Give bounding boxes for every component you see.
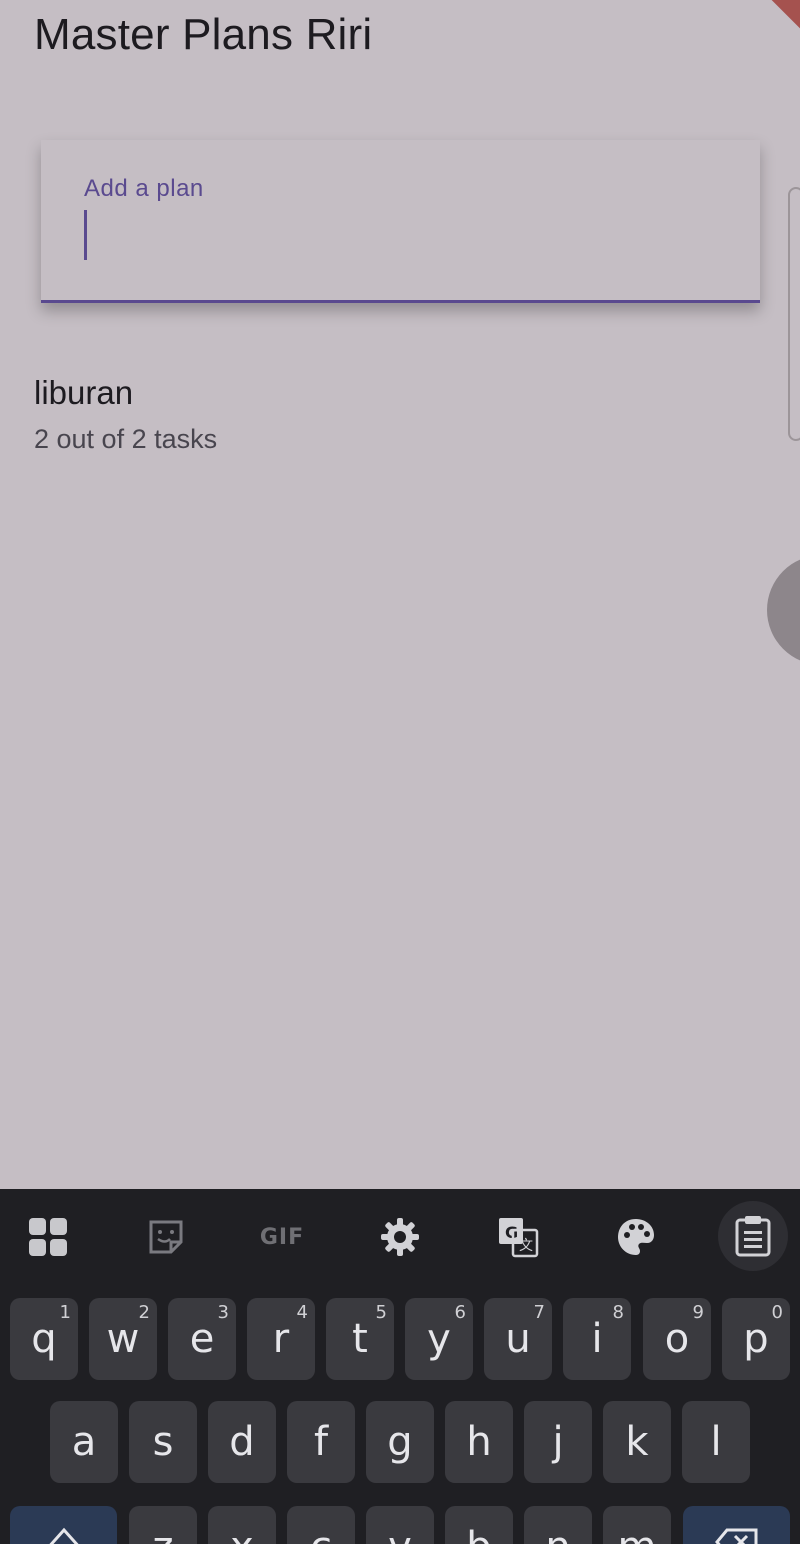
key-label: i — [591, 1316, 603, 1362]
key-p[interactable]: p 0 — [722, 1298, 790, 1380]
key-d[interactable]: d — [208, 1401, 276, 1483]
key-a[interactable]: a — [50, 1401, 118, 1483]
scrollbar[interactable] — [788, 187, 800, 441]
key-label: t — [352, 1316, 368, 1362]
keyboard-toolbar: GIF G 文 — [0, 1189, 800, 1285]
gear-icon[interactable] — [376, 1213, 424, 1261]
key-hint: 5 — [375, 1302, 387, 1323]
key-s[interactable]: s — [129, 1401, 197, 1483]
backspace-key[interactable] — [683, 1506, 790, 1544]
key-j[interactable]: j — [524, 1401, 592, 1483]
add-plan-label: Add a plan — [84, 175, 204, 202]
key-r[interactable]: r 4 — [247, 1298, 315, 1380]
key-n[interactable]: n — [524, 1506, 592, 1544]
key-b[interactable]: b — [445, 1506, 513, 1544]
gif-button[interactable]: GIF — [258, 1213, 306, 1261]
key-hint: 3 — [217, 1302, 229, 1323]
plan-progress: 2 out of 2 tasks — [34, 424, 218, 454]
key-e[interactable]: e 3 — [168, 1298, 236, 1380]
key-hint: 0 — [771, 1302, 783, 1323]
app-screen: Master Plans Riri Add a plan liburan 2 o… — [0, 0, 800, 1544]
key-label: o — [664, 1316, 690, 1362]
key-x[interactable]: x — [208, 1506, 276, 1544]
key-c[interactable]: c — [287, 1506, 355, 1544]
key-y[interactable]: y 6 — [405, 1298, 473, 1380]
apps-grid-icon[interactable] — [24, 1213, 72, 1261]
key-label: p — [743, 1316, 769, 1362]
key-t[interactable]: t 5 — [326, 1298, 394, 1380]
sticker-icon[interactable] — [142, 1213, 190, 1261]
shift-icon — [48, 1527, 79, 1544]
key-u[interactable]: u 7 — [484, 1298, 552, 1380]
key-f[interactable]: f — [287, 1401, 355, 1483]
key-h[interactable]: h — [445, 1401, 513, 1483]
key-hint: 8 — [612, 1302, 624, 1323]
key-g[interactable]: g — [366, 1401, 434, 1483]
key-k[interactable]: k — [603, 1401, 671, 1483]
svg-text:文: 文 — [519, 1238, 533, 1254]
palette-icon[interactable] — [612, 1213, 660, 1261]
debug-banner — [726, 0, 800, 34]
key-v[interactable]: v — [366, 1506, 434, 1544]
key-m[interactable]: m — [603, 1506, 671, 1544]
key-z[interactable]: z — [129, 1506, 197, 1544]
key-label: w — [106, 1316, 140, 1362]
key-label: q — [31, 1316, 57, 1362]
translate-icon[interactable]: G 文 — [494, 1213, 542, 1261]
key-hint: 6 — [454, 1302, 466, 1323]
key-q[interactable]: q 1 — [10, 1298, 78, 1380]
key-hint: 7 — [533, 1302, 545, 1323]
key-label: u — [505, 1316, 531, 1362]
key-w[interactable]: w 2 — [89, 1298, 157, 1380]
key-label: e — [189, 1316, 215, 1362]
key-o[interactable]: o 9 — [643, 1298, 711, 1380]
app-title: Master Plans Riri — [34, 10, 373, 59]
svg-text:G: G — [505, 1223, 518, 1242]
key-hint: 2 — [138, 1302, 150, 1323]
key-l[interactable]: l — [682, 1401, 750, 1483]
key-hint: 1 — [59, 1302, 71, 1323]
key-label: r — [272, 1316, 290, 1362]
key-i[interactable]: i 8 — [563, 1298, 631, 1380]
backspace-icon — [714, 1528, 757, 1544]
floating-action-button[interactable] — [767, 555, 800, 665]
add-plan-input[interactable] — [84, 208, 704, 264]
key-hint: 9 — [692, 1302, 704, 1323]
soft-keyboard: GIF G 文 q 1 w 2 e 3 r 4 t 5 y 6 u 7 i 8 … — [0, 1189, 800, 1544]
key-hint: 4 — [296, 1302, 308, 1323]
clipboard-icon[interactable] — [718, 1201, 788, 1271]
plan-list-item[interactable]: liburan 2 out of 2 tasks — [34, 374, 734, 455]
key-label: y — [427, 1316, 451, 1362]
shift-key[interactable] — [10, 1506, 117, 1544]
gif-label: GIF — [259, 1224, 305, 1250]
plan-title: liburan — [34, 374, 134, 411]
add-plan-input-card[interactable]: Add a plan — [41, 140, 760, 303]
text-cursor — [84, 210, 87, 260]
